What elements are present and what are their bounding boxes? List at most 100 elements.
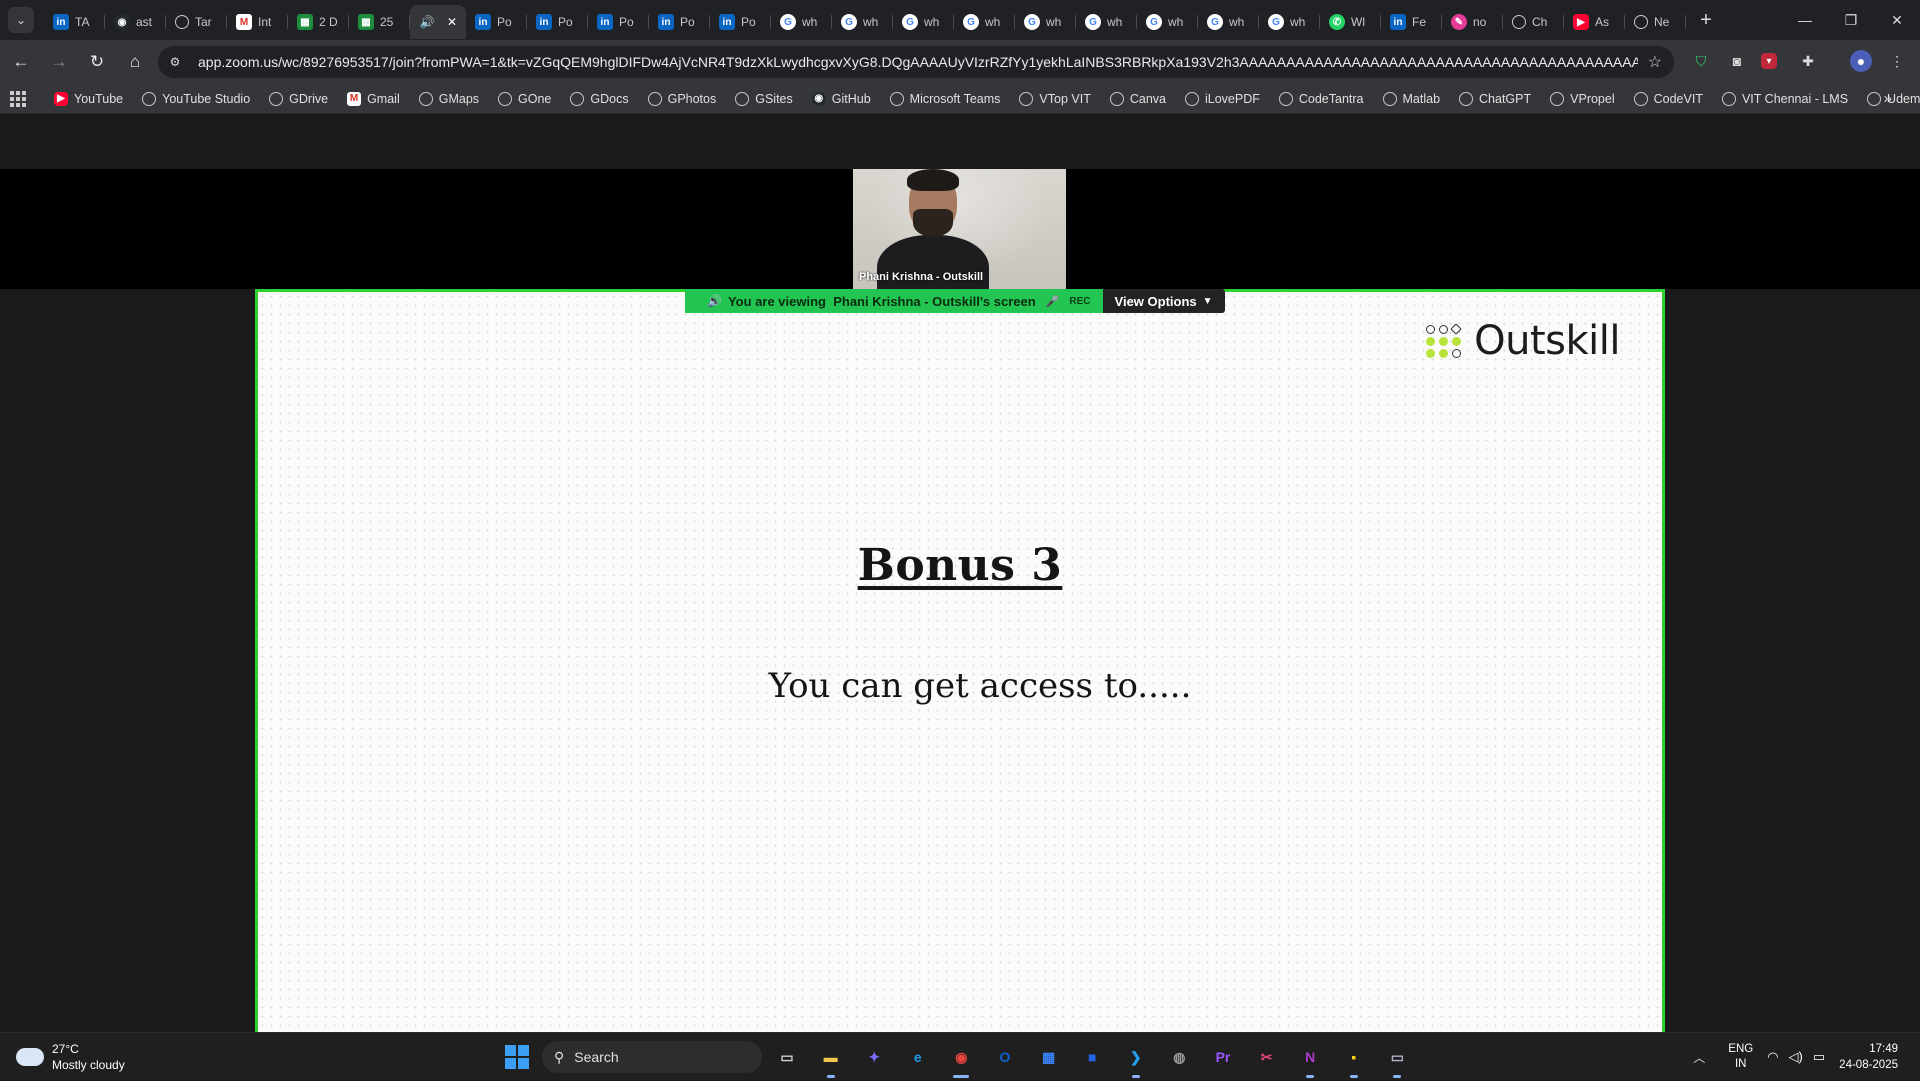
browser-tab[interactable]: in Po — [466, 5, 527, 39]
file-explorer-icon[interactable]: ▬ — [816, 1042, 846, 1078]
browser-tab[interactable]: Gwh — [1076, 5, 1137, 39]
bookmark-item[interactable]: VIT Chennai - LMS — [1721, 91, 1848, 106]
language-indicator[interactable]: ENG IN — [1728, 1042, 1753, 1072]
browser-tab[interactable]: ▶ As — [1564, 5, 1625, 39]
bookmark-item[interactable]: Canva — [1109, 91, 1166, 106]
browser-tab[interactable]: Gwh — [1259, 5, 1320, 39]
bookmark-item[interactable]: GDocs — [570, 91, 629, 106]
clock[interactable]: 17:49 24-08-2025 — [1839, 1041, 1898, 1073]
premiere-icon[interactable]: Pr — [1208, 1042, 1238, 1072]
bookmarks-overflow-icon[interactable]: » — [1884, 90, 1892, 107]
browser-tab[interactable]: Gwh — [954, 5, 1015, 39]
bookmark-label: GMaps — [438, 91, 480, 106]
browser-tab[interactable]: in Po — [588, 5, 649, 39]
pocket-extension-icon[interactable]: ▾ — [1761, 53, 1777, 69]
browser-menu-icon[interactable]: ⋮ — [1886, 50, 1908, 72]
bookmark-item[interactable]: Matlab — [1382, 91, 1440, 106]
camera-extension-icon[interactable]: ◙ — [1726, 50, 1748, 72]
browser-tab[interactable]: in Po — [527, 5, 588, 39]
bookmark-item[interactable]: GSites — [735, 91, 793, 106]
bookmark-item[interactable]: M Gmail — [347, 91, 400, 106]
profile-avatar[interactable]: ● — [1850, 50, 1872, 72]
browser-tab[interactable]: in TA — [44, 5, 105, 39]
close-tab-icon[interactable]: ✕ — [447, 15, 457, 29]
bookmark-item[interactable]: ▶ YouTube — [54, 91, 123, 106]
participant-video-tile[interactable]: Phani Krishna - Outskill — [853, 169, 1066, 289]
weather-widget[interactable]: 27°C Mostly cloudy — [12, 1041, 125, 1073]
browser-tab[interactable]: Gwh — [771, 5, 832, 39]
reload-button[interactable]: ↻ — [80, 45, 114, 79]
extensions-puzzle-icon[interactable]: ✚ — [1797, 50, 1819, 72]
browser-tab[interactable]: Gwh — [1198, 5, 1259, 39]
bookmark-star-icon[interactable]: ☆ — [1648, 52, 1662, 72]
address-bar[interactable]: ⚙ app.zoom.us/wc/89276953517/join?fromPW… — [158, 46, 1674, 78]
bookmark-item[interactable]: GOne — [498, 91, 551, 106]
browser-tab[interactable]: 🔊 ✕ — [410, 5, 466, 39]
site-info-icon[interactable]: ⚙ — [162, 49, 188, 75]
view-options-button[interactable]: View Options ▼ — [1102, 289, 1225, 313]
tab-title: wh — [802, 15, 818, 29]
bookmark-item[interactable]: GMaps — [418, 91, 480, 106]
store-icon[interactable]: ▦ — [1034, 1042, 1064, 1072]
browser-tab[interactable]: ▦ 2 D — [288, 5, 349, 39]
restore-button[interactable]: ❐ — [1828, 0, 1874, 40]
forward-button[interactable]: → — [42, 45, 76, 79]
quick-settings[interactable]: ◠ ◁) ▭ — [1767, 1049, 1825, 1065]
back-button[interactable]: ← — [4, 45, 38, 79]
task-view-icon[interactable]: ▭ — [772, 1042, 802, 1072]
bookmark-item[interactable]: VPropel — [1550, 91, 1615, 106]
tab-title: Ch — [1532, 15, 1548, 29]
browser-tab[interactable]: Gwh — [1137, 5, 1198, 39]
copilot-icon[interactable]: ✦ — [859, 1042, 889, 1072]
browser-tab[interactable]: in Fe — [1381, 5, 1442, 39]
bookmark-item[interactable]: Udemy — [1867, 91, 1920, 106]
bookmark-item[interactable]: ChatGPT — [1459, 91, 1531, 106]
app-glyph: ■ — [1087, 1049, 1097, 1065]
browser-tab[interactable]: ◉ ast — [105, 5, 166, 39]
bookmark-item[interactable]: YouTube Studio — [142, 91, 250, 106]
browser-tab[interactable]: ✆ Wl — [1320, 5, 1381, 39]
browser-tab[interactable]: Ch — [1503, 5, 1564, 39]
outlook-icon[interactable]: O — [990, 1042, 1020, 1072]
zoom-app-icon[interactable]: ▭ — [1382, 1042, 1412, 1078]
bookmark-item[interactable]: CodeTantra — [1278, 91, 1364, 106]
home-button[interactable]: ⌂ — [118, 45, 152, 79]
browser-tab[interactable]: Gwh — [893, 5, 954, 39]
tab-title: wh — [1290, 15, 1306, 29]
bookmark-item[interactable]: GPhotos — [647, 91, 716, 106]
browser-tab[interactable]: ✎ no — [1442, 5, 1503, 39]
browser-tab[interactable]: Tar — [166, 5, 227, 39]
shield-extension-icon[interactable]: ⛉ — [1690, 50, 1712, 72]
logo-dots-icon — [1426, 322, 1462, 358]
vscode-icon[interactable]: ❯ — [1121, 1042, 1151, 1078]
taskbar-search[interactable]: ⚲ Search — [542, 1041, 762, 1073]
edge-icon[interactable]: e — [903, 1042, 933, 1072]
browser-tab[interactable]: in Po — [649, 5, 710, 39]
bookmark-item[interactable]: CodeVIT — [1633, 91, 1703, 106]
apps-grid-icon[interactable] — [10, 89, 26, 109]
tab-search-button[interactable]: ⌄ — [8, 7, 34, 33]
todo-icon[interactable]: ■ — [1077, 1042, 1107, 1072]
new-tab-button[interactable]: + — [1692, 6, 1720, 34]
chrome-icon[interactable]: ◉ — [946, 1042, 976, 1078]
tray-overflow-icon[interactable]: ︿ — [1686, 1049, 1712, 1066]
start-button[interactable] — [505, 1045, 529, 1069]
browser-tab[interactable]: in Po — [710, 5, 771, 39]
bookmark-item[interactable]: Microsoft Teams — [889, 91, 1000, 106]
onenote-icon[interactable]: N — [1295, 1042, 1325, 1078]
bookmark-item[interactable]: GDrive — [269, 91, 328, 106]
browser-tab[interactable]: Ne — [1625, 5, 1686, 39]
browser-tab[interactable]: M Int — [227, 5, 288, 39]
bookmark-item[interactable]: ◉ GitHub — [811, 91, 871, 106]
close-window-button[interactable]: ✕ — [1874, 0, 1920, 40]
minimize-button[interactable]: — — [1782, 0, 1828, 40]
browser-tab[interactable]: Gwh — [1015, 5, 1076, 39]
browser-tab[interactable]: Gwh — [832, 5, 893, 39]
snipping-tool-icon[interactable]: ✂ — [1252, 1042, 1282, 1072]
bookmark-item[interactable]: VTop VIT — [1019, 91, 1091, 106]
browser-tab[interactable]: ▦ 25 — [349, 5, 410, 39]
obs-icon[interactable]: ◍ — [1164, 1042, 1194, 1072]
url-text[interactable]: app.zoom.us/wc/89276953517/join?fromPWA=… — [198, 54, 1638, 70]
bookmark-item[interactable]: iLovePDF — [1184, 91, 1260, 106]
sticky-notes-icon[interactable]: ▪ — [1339, 1042, 1369, 1078]
